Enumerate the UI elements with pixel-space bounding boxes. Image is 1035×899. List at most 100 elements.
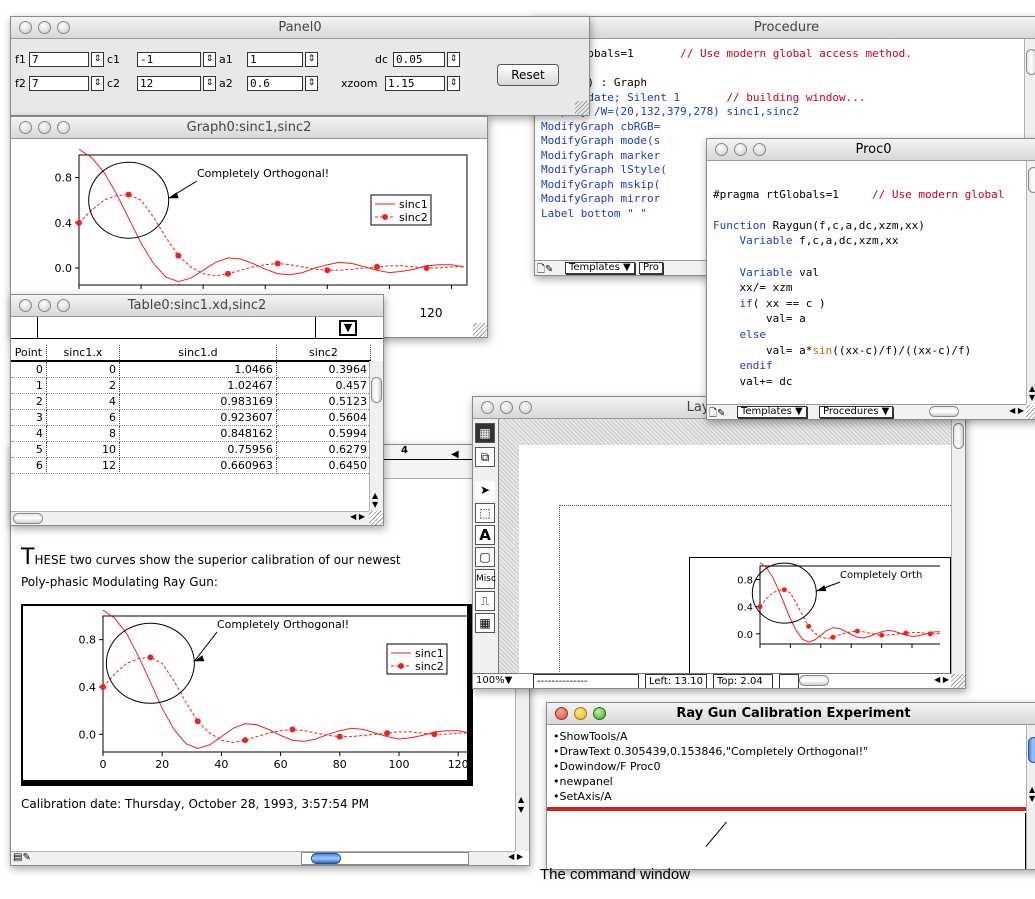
graph-lines-icon[interactable]: ⎍: [475, 591, 495, 611]
c1-field[interactable]: -1: [137, 52, 201, 67]
table-cell[interactable]: 6: [46, 409, 121, 426]
table-cell[interactable]: 0: [11, 361, 47, 378]
layout-canvas[interactable]: 0.0 0.4 0.8 Completely Orth: [499, 419, 951, 674]
close-button[interactable]: [481, 401, 494, 414]
f2-field[interactable]: 7: [29, 76, 89, 91]
resize-handle[interactable]: [575, 101, 589, 115]
command-titlebar[interactable]: Ray Gun Calibration Experiment: [547, 703, 1035, 725]
table-vscroll[interactable]: ▲ ▼: [369, 361, 383, 511]
table-cell[interactable]: 0.3964: [276, 361, 372, 378]
graph-tool-icon[interactable]: ▦: [475, 423, 495, 443]
table-cell[interactable]: 5: [11, 441, 47, 458]
notebook-hscroll[interactable]: ▤✎ ◀ ▶: [11, 851, 523, 865]
close-button[interactable]: [715, 143, 728, 156]
procedures-popup[interactable]: Pro: [639, 262, 663, 274]
c2-stepper[interactable]: ⇕: [203, 76, 216, 91]
table-titlebar[interactable]: Table0:sinc1.xd,sinc2: [11, 295, 383, 317]
dc-stepper[interactable]: ⇕: [447, 52, 460, 67]
a1-field[interactable]: 1: [247, 52, 303, 67]
column-header[interactable]: sinc2: [276, 345, 372, 362]
resize-handle[interactable]: [473, 323, 487, 337]
zoom-button[interactable]: [519, 401, 532, 414]
table-cell[interactable]: 1.02467: [119, 377, 277, 394]
layout-vscroll[interactable]: [951, 419, 965, 674]
table-cell[interactable]: 3: [11, 409, 47, 426]
proc0-titlebar[interactable]: Proc0: [707, 139, 1035, 161]
table-cell[interactable]: 0.75956: [119, 441, 277, 458]
misc-tool-button[interactable]: Misc: [475, 569, 496, 589]
command-history[interactable]: •ShowTools/A •DrawText 0.305439,0.153846,…: [553, 729, 868, 804]
table-cell[interactable]: 4: [46, 393, 121, 410]
table-cell[interactable]: 0.848162: [119, 425, 277, 442]
data-table[interactable]: Point sinc1.x sinc1.d sinc2 0 0 1.0466 0.3964 1…: [11, 345, 372, 474]
history-line[interactable]: •Dowindow/F Proc0: [553, 759, 868, 774]
history-line[interactable]: •DrawText 0.305439,0.153846,"Completely …: [553, 744, 868, 759]
table-row[interactable]: 0 0 1.0466 0.3964: [11, 361, 372, 378]
table-cell[interactable]: 0.923607: [119, 409, 277, 426]
table-cell[interactable]: 0: [46, 361, 121, 378]
table-cell[interactable]: 4: [11, 425, 47, 442]
f1-stepper[interactable]: ⇕: [91, 52, 104, 67]
table-cell[interactable]: 1.0466: [119, 361, 277, 378]
rect-tool-icon[interactable]: ▢: [475, 547, 495, 567]
procedure-titlebar[interactable]: Procedure: [535, 17, 1035, 39]
table-tool-icon[interactable]: ▦: [475, 613, 495, 633]
table-row[interactable]: 3 6 0.923607 0.5604: [11, 409, 372, 426]
minimize-button[interactable]: [574, 707, 587, 720]
column-header[interactable]: sinc1.x: [46, 345, 121, 362]
object-tool-icon[interactable]: ⧉: [475, 447, 495, 467]
table-cell[interactable]: 0.983169: [119, 393, 277, 410]
c2-field[interactable]: 12: [137, 76, 201, 91]
table-entry-line[interactable]: ▼: [11, 317, 383, 339]
close-button[interactable]: [19, 299, 32, 312]
zoom-button[interactable]: [753, 143, 766, 156]
proc0-vscroll[interactable]: ▲ ▼: [1026, 161, 1035, 404]
minimize-button[interactable]: [500, 401, 513, 414]
procedures-popup[interactable]: Procedures ▼: [819, 406, 894, 418]
zoom-button[interactable]: [57, 121, 70, 134]
table-row[interactable]: 2 4 0.983169 0.5123: [11, 393, 372, 410]
minimize-button[interactable]: [38, 299, 51, 312]
history-line[interactable]: •SetAxis/A: [553, 789, 868, 804]
command-vscroll[interactable]: ▲ ▼: [1026, 725, 1035, 869]
close-button[interactable]: [555, 707, 568, 720]
table-cell[interactable]: 10: [46, 441, 121, 458]
text-tool-icon[interactable]: A: [475, 525, 495, 545]
table-cell[interactable]: 2: [46, 377, 121, 394]
history-line[interactable]: •ShowTools/A: [553, 729, 868, 744]
a1-stepper[interactable]: ⇕: [305, 52, 318, 67]
dc-field[interactable]: 0.05: [393, 52, 445, 67]
f1-field[interactable]: 7: [29, 52, 89, 67]
table-hscroll[interactable]: ◀ ▶: [11, 511, 369, 525]
minimize-button[interactable]: [734, 143, 747, 156]
panel-titlebar[interactable]: Panel0: [11, 17, 589, 39]
column-header[interactable]: Point: [11, 345, 47, 362]
xzoom-stepper[interactable]: ⇕: [447, 76, 460, 91]
marquee-tool-icon[interactable]: ⬚: [475, 503, 495, 523]
graph-titlebar[interactable]: Graph0:sinc1,sinc2: [11, 117, 487, 139]
notebook-body[interactable]: THESE two curves show the superior calib…: [11, 535, 515, 851]
a2-field[interactable]: 0.6: [247, 76, 303, 91]
table-row[interactable]: 6 12 0.660963 0.6450: [11, 457, 372, 474]
proc0-code[interactable]: #pragma rtGlobals=1 // Use modern global…: [713, 171, 1004, 389]
table-cell[interactable]: 2: [11, 393, 47, 410]
minimize-button[interactable]: [38, 21, 51, 34]
table-cell[interactable]: 8: [46, 425, 121, 442]
zoom-button[interactable]: [57, 21, 70, 34]
zoom-button[interactable]: [593, 707, 606, 720]
zoom-button[interactable]: [57, 299, 70, 312]
templates-popup[interactable]: Templates ▼: [565, 262, 635, 274]
table-cell[interactable]: 0.6450: [276, 457, 372, 474]
table-cell[interactable]: 0.6279: [276, 441, 372, 458]
table-cell[interactable]: 0.5123: [276, 393, 372, 410]
resize-handle[interactable]: [369, 511, 383, 525]
minimize-button[interactable]: [38, 121, 51, 134]
close-button[interactable]: [19, 21, 32, 34]
table-cell[interactable]: 0.5604: [276, 409, 372, 426]
table-cell[interactable]: 0.660963: [119, 457, 277, 474]
resize-handle[interactable]: [951, 674, 965, 688]
a2-stepper[interactable]: ⇕: [305, 76, 318, 91]
templates-popup[interactable]: Templates ▼: [737, 406, 807, 418]
table-cell[interactable]: 12: [46, 457, 121, 474]
reset-button[interactable]: Reset: [497, 64, 559, 86]
